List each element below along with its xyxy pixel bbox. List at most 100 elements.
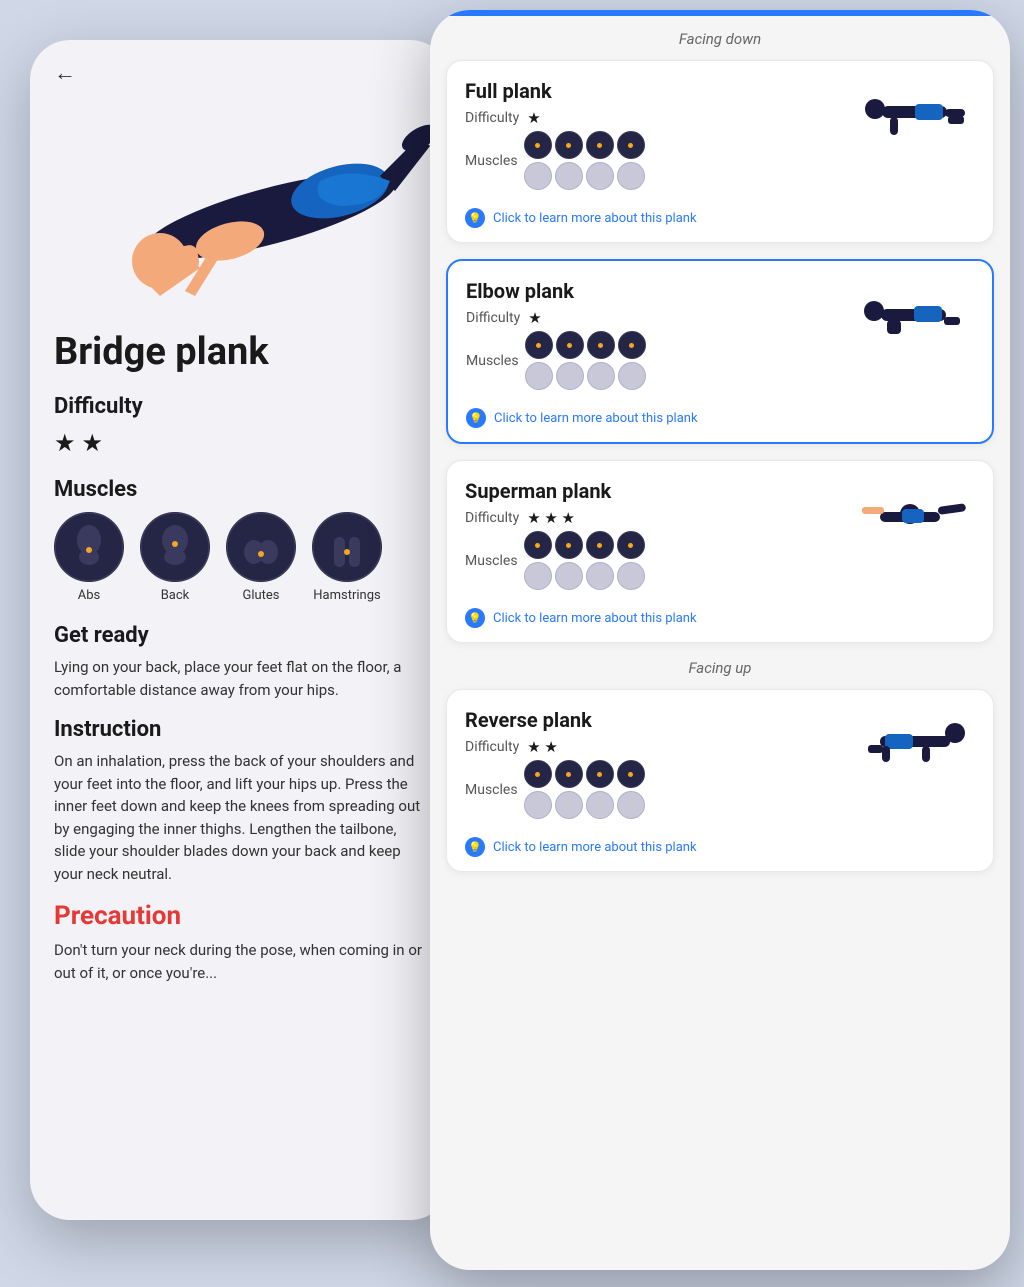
full-plank-title: Full plank <box>465 79 855 103</box>
elbow-plank-muscles-icons <box>525 331 646 390</box>
full-plank-learn-more[interactable]: 💡 Click to learn more about this plank <box>465 200 975 228</box>
muscle-back-label: Back <box>161 588 190 603</box>
superman-plank-learn-more[interactable]: 💡 Click to learn more about this plank <box>465 600 975 628</box>
muscle-abs-circle <box>54 512 124 582</box>
superman-plank-difficulty-row: Difficulty ★ ★ ★ <box>465 509 855 527</box>
reverse-plank-figure <box>855 708 975 778</box>
reverse-plank-muscles-label: Muscles <box>465 782 518 798</box>
mini-muscle-4 <box>617 131 645 159</box>
superman-plank-learn-more-text[interactable]: Click to learn more about this plank <box>493 611 697 626</box>
reverse-plank-learn-more-text[interactable]: Click to learn more about this plank <box>493 840 697 855</box>
precaution-text: Don't turn your neck during the pose, wh… <box>54 939 426 984</box>
superman-plank-card[interactable]: Superman plank Difficulty ★ ★ ★ Muscles <box>446 460 994 643</box>
muscle-hamstrings-label: Hamstrings <box>313 588 380 603</box>
superman-plank-stars: ★ ★ ★ <box>527 509 575 527</box>
card-header-full-plank: Full plank Difficulty ★ Muscles <box>465 79 975 190</box>
elbow-plank-learn-more-text[interactable]: Click to learn more about this plank <box>494 411 698 426</box>
mini-muscle-s3 <box>586 531 614 559</box>
right-phone-content: Facing down Full plank Difficulty ★ Musc… <box>430 10 1010 1270</box>
left-body-content: Bridge plank Difficulty ★ ★ Muscles <box>30 306 450 1020</box>
mini-muscle-s2 <box>555 531 583 559</box>
mini-muscle-e1 <box>525 331 553 359</box>
mini-muscle-r5 <box>524 791 552 819</box>
mini-muscle-s8 <box>617 562 645 590</box>
category-facing-down: Facing down <box>430 30 1010 48</box>
reverse-plank-difficulty-label: Difficulty <box>465 739 519 755</box>
mini-muscle-r2 <box>555 760 583 788</box>
full-plank-difficulty-row: Difficulty ★ <box>465 109 855 127</box>
full-plank-muscles-icons <box>524 131 645 190</box>
mini-muscle-e7 <box>587 362 615 390</box>
difficulty-heading: Difficulty <box>54 394 426 419</box>
exercise-title: Bridge plank <box>54 330 426 374</box>
muscle-glutes-circle <box>226 512 296 582</box>
superman-plank-difficulty-label: Difficulty <box>465 510 519 526</box>
mini-muscle-s5 <box>524 562 552 590</box>
mini-muscle-e3 <box>587 331 615 359</box>
muscle-back-circle <box>140 512 210 582</box>
bulb-icon-superman-plank: 💡 <box>465 608 485 628</box>
reverse-plank-card[interactable]: Reverse plank Difficulty ★ ★ Muscles <box>446 689 994 872</box>
mini-muscle-s1 <box>524 531 552 559</box>
reverse-plank-muscles-icons <box>524 760 645 819</box>
card-header-elbow-plank: Elbow plank Difficulty ★ Muscles <box>466 279 974 390</box>
muscle-abs-label: Abs <box>78 588 101 603</box>
elbow-plank-card[interactable]: Elbow plank Difficulty ★ Muscles <box>446 259 994 444</box>
elbow-plank-learn-more[interactable]: 💡 Click to learn more about this plank <box>466 400 974 428</box>
muscle-hamstrings: Hamstrings <box>312 512 382 603</box>
card-header-superman-plank: Superman plank Difficulty ★ ★ ★ Muscles <box>465 479 975 590</box>
elbow-plank-title: Elbow plank <box>466 279 854 303</box>
elbow-plank-difficulty-label: Difficulty <box>466 310 520 326</box>
bridge-plank-illustration <box>30 86 450 306</box>
muscles-heading: Muscles <box>54 477 426 502</box>
reverse-plank-learn-more[interactable]: 💡 Click to learn more about this plank <box>465 829 975 857</box>
bulb-icon-elbow-plank: 💡 <box>466 408 486 428</box>
mini-muscle-3 <box>586 131 614 159</box>
elbow-plank-muscles-row: Muscles <box>466 331 854 390</box>
muscle-glutes: Glutes <box>226 512 296 603</box>
category-facing-up: Facing up <box>430 659 1010 677</box>
card-left-elbow-plank: Elbow plank Difficulty ★ Muscles <box>466 279 854 390</box>
difficulty-stars: ★ ★ <box>54 429 426 457</box>
full-plank-muscles-row: Muscles <box>465 131 855 190</box>
muscle-glutes-label: Glutes <box>242 588 279 603</box>
mini-muscle-r7 <box>586 791 614 819</box>
elbow-plank-difficulty-row: Difficulty ★ <box>466 309 854 327</box>
card-left-superman-plank: Superman plank Difficulty ★ ★ ★ Muscles <box>465 479 855 590</box>
full-plank-svg <box>860 79 970 149</box>
reverse-plank-muscles-row: Muscles <box>465 760 855 819</box>
full-plank-learn-more-text[interactable]: Click to learn more about this plank <box>493 211 697 226</box>
bulb-icon-full-plank: 💡 <box>465 208 485 228</box>
elbow-plank-muscles-label: Muscles <box>466 353 519 369</box>
card-left-full-plank: Full plank Difficulty ★ Muscles <box>465 79 855 190</box>
mini-muscle-e2 <box>556 331 584 359</box>
elbow-plank-stars: ★ <box>528 309 541 327</box>
superman-plank-title: Superman plank <box>465 479 855 503</box>
full-plank-card[interactable]: Full plank Difficulty ★ Muscles <box>446 60 994 243</box>
get-ready-text: Lying on your back, place your feet flat… <box>54 656 426 701</box>
superman-plank-muscles-label: Muscles <box>465 553 518 569</box>
exercise-image <box>30 86 450 306</box>
precaution-heading: Precaution <box>54 901 426 931</box>
superman-plank-muscles-icons <box>524 531 645 590</box>
instruction-heading: Instruction <box>54 717 426 742</box>
mini-muscle-2 <box>555 131 583 159</box>
muscles-grid: Abs Back <box>54 512 426 603</box>
back-button[interactable]: ← <box>54 61 76 86</box>
muscle-abs: Abs <box>54 512 124 603</box>
left-phone: ← <box>30 40 450 1220</box>
full-plank-muscles-label: Muscles <box>465 153 518 169</box>
mini-muscle-r1 <box>524 760 552 788</box>
reverse-plank-title: Reverse plank <box>465 708 855 732</box>
mini-muscle-e8 <box>618 362 646 390</box>
mini-muscle-5 <box>524 162 552 190</box>
superman-plank-figure <box>855 479 975 549</box>
mini-muscle-s6 <box>555 562 583 590</box>
mini-muscle-8 <box>617 162 645 190</box>
mini-muscle-7 <box>586 162 614 190</box>
reverse-plank-stars: ★ ★ <box>527 738 558 756</box>
superman-plank-svg <box>860 479 970 549</box>
mini-muscle-r3 <box>586 760 614 788</box>
reverse-plank-svg <box>860 708 970 778</box>
left-phone-content: ← <box>30 40 450 1220</box>
